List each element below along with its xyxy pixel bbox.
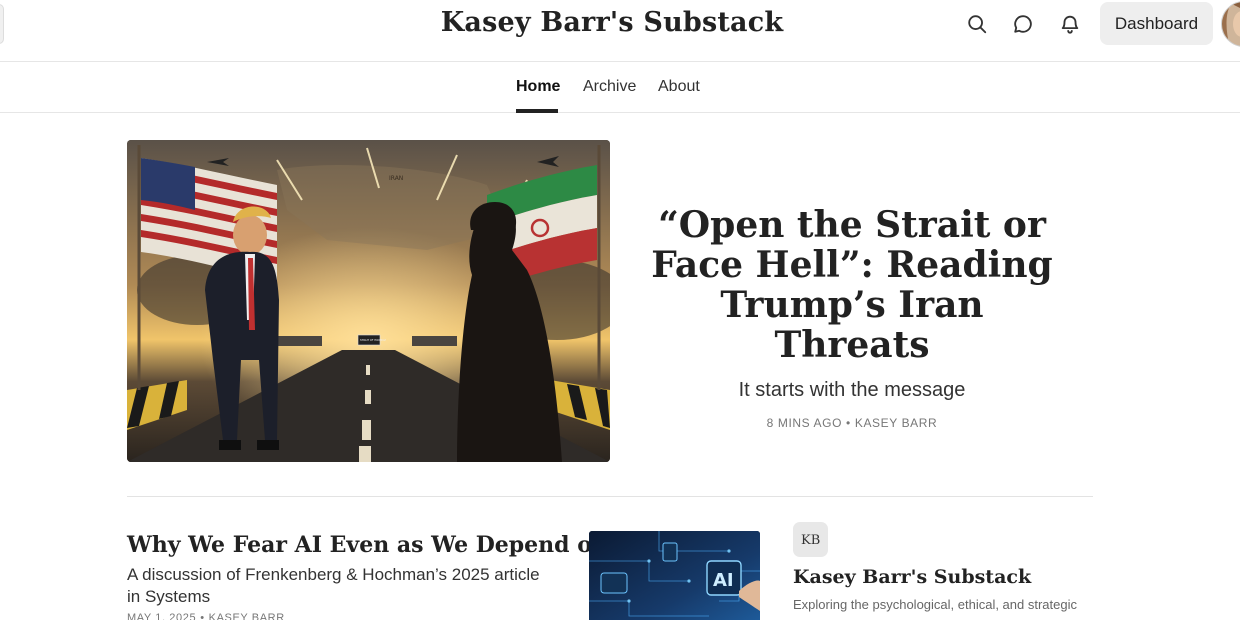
publication-name[interactable]: Kasey Barr's Substack [793,566,1031,588]
top-header: Kasey Barr's Substack Dashboard [0,0,1240,62]
publication-description: Exploring the psychological, ethical, an… [793,597,1077,612]
active-tab-indicator [516,109,558,113]
post-meta: MAY 1, 2025 • KASEY BARR [127,612,285,620]
logo-letters: KB [801,533,820,548]
post-time: 8 MINS AGO [766,416,843,430]
featured-post-image[interactable]: IRAN STRAIT OF HORMUZ [127,140,610,462]
search-icon[interactable] [963,10,991,38]
bell-icon[interactable] [1056,10,1084,38]
dashboard-button[interactable]: Dashboard [1100,2,1213,45]
featured-post-meta: 8 MINS AGO • KASEY BARR [650,416,1054,430]
tab-about[interactable]: About [658,78,700,96]
featured-post-text: “Open the Strait or Face Hell”: Reading … [650,205,1054,430]
post-date: MAY 1, 2025 [127,612,197,620]
section-divider [127,496,1093,497]
post-author[interactable]: KASEY BARR [209,612,285,620]
chat-bubble-icon[interactable] [1009,10,1037,38]
map-label: IRAN [389,175,403,182]
meta-separator: • [200,612,205,620]
site-title[interactable]: Kasey Barr's Substack [0,7,1224,38]
post-thumbnail[interactable]: AI [589,531,760,620]
ai-chip-label: AI [713,570,734,591]
svg-text:STRAIT OF HORMUZ: STRAIT OF HORMUZ [360,338,386,342]
publication-logo[interactable]: KB [793,522,828,557]
post-subtitle: A discussion of Frenkenberg & Hochman’s … [127,565,540,606]
tab-archive[interactable]: Archive [583,78,636,96]
featured-post-title[interactable]: “Open the Strait or Face Hell”: Reading … [650,205,1054,365]
post-title[interactable]: Why We Fear AI Even as We Depend on It [127,532,636,558]
post-author[interactable]: KASEY BARR [855,416,937,430]
featured-post-subtitle: It starts with the message [738,379,966,401]
meta-separator: • [846,416,851,430]
tab-home[interactable]: Home [516,78,560,96]
section-nav: Home Archive About [0,62,1240,113]
